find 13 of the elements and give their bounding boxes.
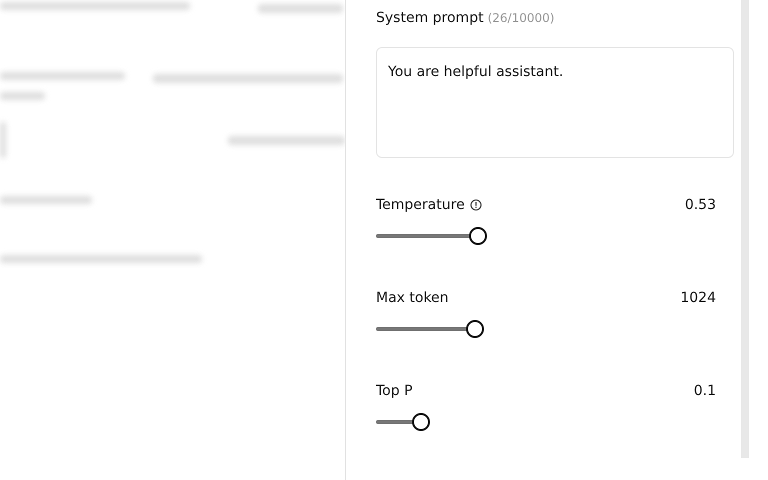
- parameter-value: 0.53: [684, 197, 716, 213]
- slider-thumb[interactable]: [412, 413, 430, 431]
- slider-thumb[interactable]: [469, 227, 488, 245]
- parameter-label: Temperature: [376, 197, 465, 213]
- character-count: (26/10000): [488, 11, 554, 25]
- parameter-label: Max token: [376, 290, 449, 306]
- slider-thumb[interactable]: [466, 320, 484, 338]
- parameter-label: Top P: [376, 383, 413, 399]
- parameter-value: 0.1: [694, 383, 716, 399]
- prompt-input[interactable]: You are helpful assistant.: [376, 47, 734, 158]
- parameter-value: 1024: [680, 290, 716, 306]
- info-icon[interactable]: [470, 199, 482, 211]
- field-label: System prompt: [376, 10, 484, 26]
